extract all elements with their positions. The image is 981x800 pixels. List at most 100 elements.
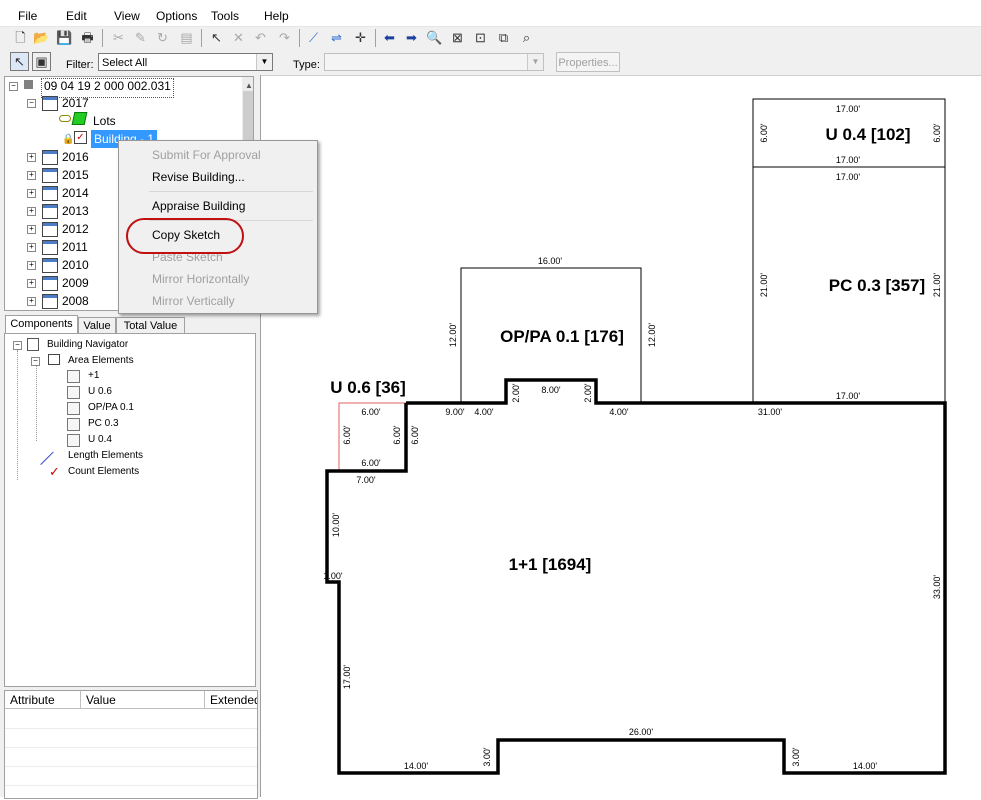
cut-icon[interactable]: ✂ [110,29,127,46]
rotate-icon[interactable]: ↻ [154,29,171,46]
expand-icon[interactable]: + [27,189,36,198]
open-folder-icon[interactable]: 📂 [33,29,50,46]
menu-tools[interactable]: Tools [211,9,239,23]
attribute-grid[interactable]: Attribute Value Extended [4,690,258,799]
filter-select-value: Select All [102,57,148,69]
expand-icon[interactable]: + [27,225,36,234]
properties-button[interactable]: Properties... [556,52,620,72]
edit-pencil-icon[interactable]: ✎ [132,29,149,46]
navigator-length-elements[interactable]: Length Elements [68,449,143,463]
menu-mirror-horizontally[interactable]: Mirror Horizontally [152,272,249,286]
tab-value[interactable]: Value [78,317,116,334]
area-item[interactable]: U 0.6 [88,385,112,399]
zoom-window-icon[interactable]: ⊠ [449,29,466,46]
collapse-icon[interactable]: − [31,357,40,366]
sketch-canvas[interactable]: U 0.4 [102] PC 0.3 [357] OP/PA 0.1 [176]… [261,76,981,797]
area-item[interactable]: OP/PA 0.1 [88,401,134,415]
navigator-area-elements[interactable]: Area Elements [68,354,134,368]
tree-year-2014[interactable]: 2014 [62,184,89,202]
scroll-up-icon[interactable]: ▲ [245,81,253,90]
tree-year-2017[interactable]: 2017 [62,94,89,112]
chevron-down-icon[interactable]: ▼ [256,54,272,70]
arrow-right-icon[interactable]: ➡ [403,29,420,46]
menu-edit[interactable]: Edit [66,9,87,23]
type-label: Type: [293,59,320,71]
menu-mirror-vertically[interactable]: Mirror Vertically [152,294,235,308]
dim-seg-3300: 33.00' [932,575,942,600]
menu-options[interactable]: Options [156,9,197,23]
area-item[interactable]: +1 [88,369,99,383]
dim-seg-1400b: 14.00' [853,761,878,771]
zoom-icon[interactable]: 🔍 [426,29,443,46]
select-pointer-icon[interactable]: ↖ [208,29,225,46]
expand-icon[interactable]: + [27,279,36,288]
column-header-value[interactable]: Value [81,691,205,709]
tree-year-2008[interactable]: 2008 [62,292,89,310]
tab-components[interactable]: Components [5,315,78,334]
menu-file[interactable]: File [18,9,37,23]
dim-u04-top: 17.00' [836,104,861,114]
area-item[interactable]: PC 0.3 [88,417,119,431]
tree-year-2012[interactable]: 2012 [62,220,89,238]
dim-step-top: 8.00' [541,385,561,395]
expand-icon[interactable]: + [27,207,36,216]
calendar-icon [42,96,58,112]
tree-connector [17,350,18,480]
calendar-icon [42,240,58,256]
tree-root-parcel[interactable]: 09 04 19 2 000 002.031 [41,78,174,98]
calendar-icon [42,222,58,238]
zoom-previous-icon[interactable]: ⌕ [518,29,535,46]
expand-icon[interactable]: + [27,243,36,252]
tab-total-value[interactable]: Total Value [116,317,185,334]
select-area-icon[interactable]: ▣ [32,52,51,71]
dim-u04-bottom: 17.00' [836,155,861,165]
collapse-icon[interactable]: − [13,341,22,350]
properties-icon[interactable]: ▤ [178,29,195,46]
menu-appraise-building[interactable]: Appraise Building [152,199,245,213]
menu-view[interactable]: View [114,9,140,23]
expand-icon[interactable]: + [27,153,36,162]
crosshair-icon[interactable]: ✛ [352,29,369,46]
area-shape-icon [67,402,80,415]
expand-icon[interactable]: + [27,171,36,180]
expand-icon[interactable]: + [27,261,36,270]
redo-icon[interactable]: ↷ [276,29,293,46]
tree-year-2015[interactable]: 2015 [62,166,89,184]
tree-year-2009[interactable]: 2009 [62,274,89,292]
column-header-extended[interactable]: Extended [205,691,257,709]
filter-select[interactable]: Select All ▼ [98,53,273,71]
new-document-icon[interactable]: 🗋 [12,29,29,46]
column-header-attribute[interactable]: Attribute [5,691,81,709]
undo-icon[interactable]: ↶ [252,29,269,46]
arrow-left-icon[interactable]: ⬅ [381,29,398,46]
collapse-icon[interactable]: − [9,82,18,91]
tree-year-2010[interactable]: 2010 [62,256,89,274]
zoom-fit-icon[interactable]: ⧉ [495,29,512,46]
delete-icon[interactable]: ✕ [230,29,247,46]
navigator-root[interactable]: Building Navigator [47,338,128,352]
zoom-extents-icon[interactable]: ⊡ [472,29,489,46]
expand-icon[interactable]: + [27,297,36,306]
tree-year-2013[interactable]: 2013 [62,202,89,220]
save-icon[interactable]: 💾 [56,29,73,46]
pointer-mode-icon[interactable]: ↖ [10,52,29,71]
draw-line-icon[interactable]: ⟋ [305,29,322,46]
calendar-icon [42,168,58,184]
chevron-down-icon[interactable]: ▼ [527,54,543,70]
tree-item-lots[interactable]: Lots [93,112,116,130]
dim-seg-cut: 1.00' [323,571,343,581]
menu-help[interactable]: Help [264,9,289,23]
print-icon[interactable]: 🖶 [79,29,96,46]
collapse-icon[interactable]: − [27,99,36,108]
area-item[interactable]: U 0.4 [88,433,112,447]
type-select[interactable]: ▼ [324,53,544,71]
calendar-icon [42,204,58,220]
navigator-count-elements[interactable]: Count Elements [68,465,139,479]
draw-dimension-icon[interactable]: ⇌ [328,29,345,46]
building-sketch[interactable]: U 0.4 [102] PC 0.3 [357] OP/PA 0.1 [176]… [261,76,981,797]
menu-submit-for-approval[interactable]: Submit For Approval [152,148,261,162]
tree-year-2016[interactable]: 2016 [62,148,89,166]
menu-revise-building[interactable]: Revise Building... [152,170,245,184]
tree-year-2011[interactable]: 2011 [62,238,88,256]
toolbar-separator [299,29,300,47]
